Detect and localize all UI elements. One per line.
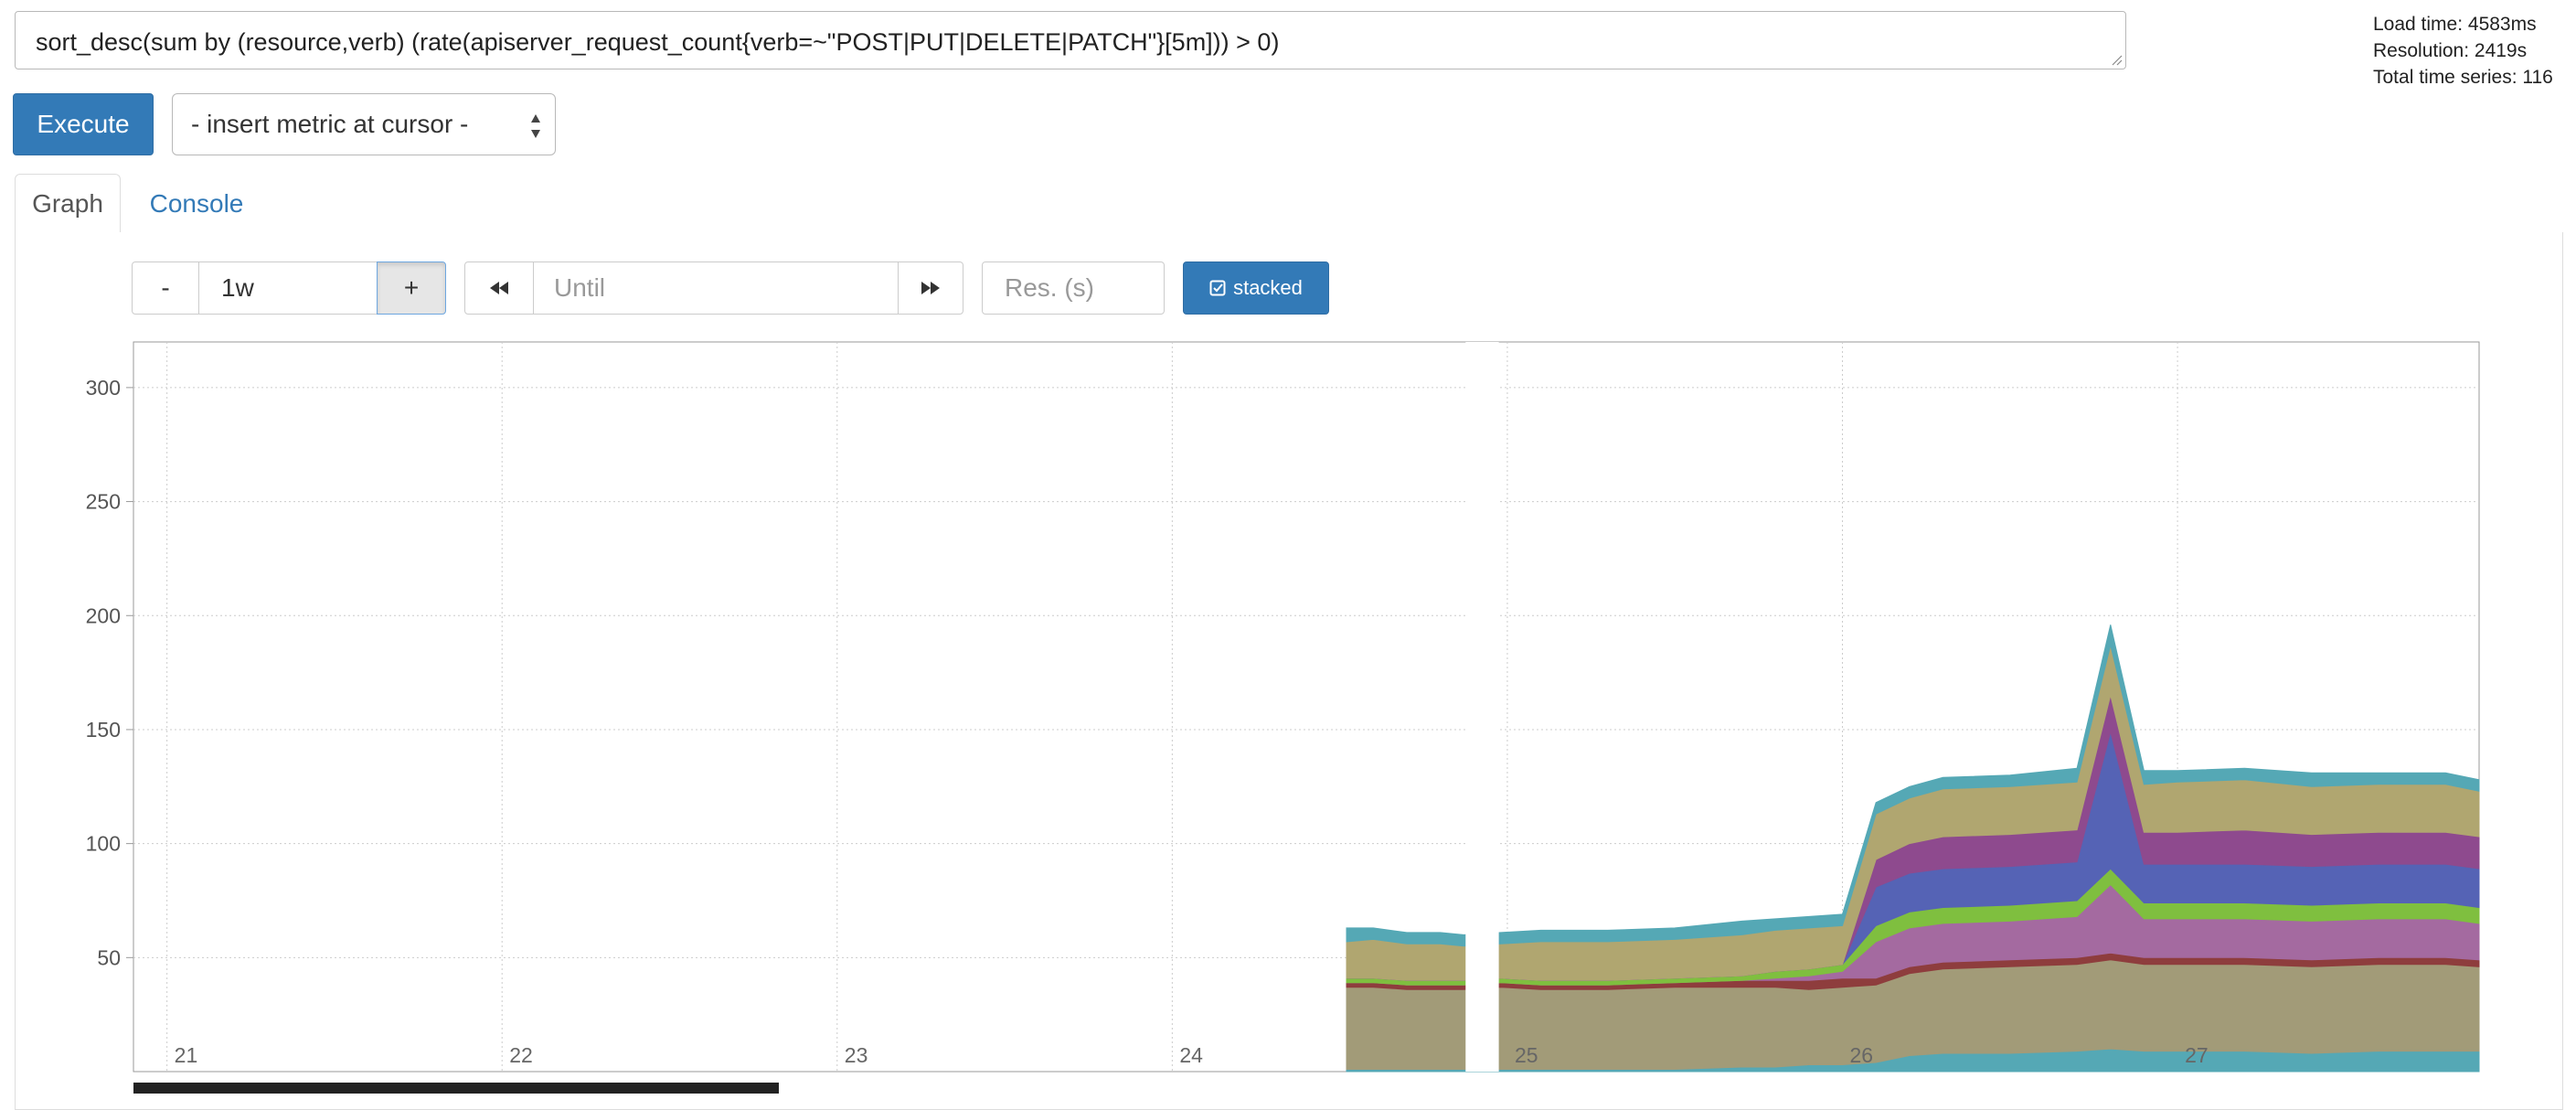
x-tick-label: 25 xyxy=(1515,1043,1538,1067)
empty-range xyxy=(134,343,1347,1071)
chart-areas xyxy=(134,342,2480,1073)
data-gap xyxy=(1465,342,1499,1072)
x-tick-label: 24 xyxy=(1179,1043,1203,1067)
x-tick-label: 21 xyxy=(175,1043,198,1067)
y-tick-label: 250 xyxy=(86,490,121,514)
stacked-area-chart[interactable]: 50 100 150 200 250 300 21 22 23 24 25 26 27 xyxy=(0,0,2576,1094)
x-tick-label: 22 xyxy=(509,1043,533,1067)
x-tick-label: 26 xyxy=(1850,1043,1874,1067)
legend-bar xyxy=(133,1083,779,1094)
y-tick-label: 300 xyxy=(86,376,121,400)
y-tick-label: 200 xyxy=(86,603,121,627)
x-tick-label: 23 xyxy=(845,1043,868,1067)
y-tick-label: 150 xyxy=(86,718,121,742)
x-tick-label: 27 xyxy=(2185,1043,2209,1067)
y-tick-label: 100 xyxy=(86,832,121,856)
y-tick-label: 50 xyxy=(97,945,121,969)
